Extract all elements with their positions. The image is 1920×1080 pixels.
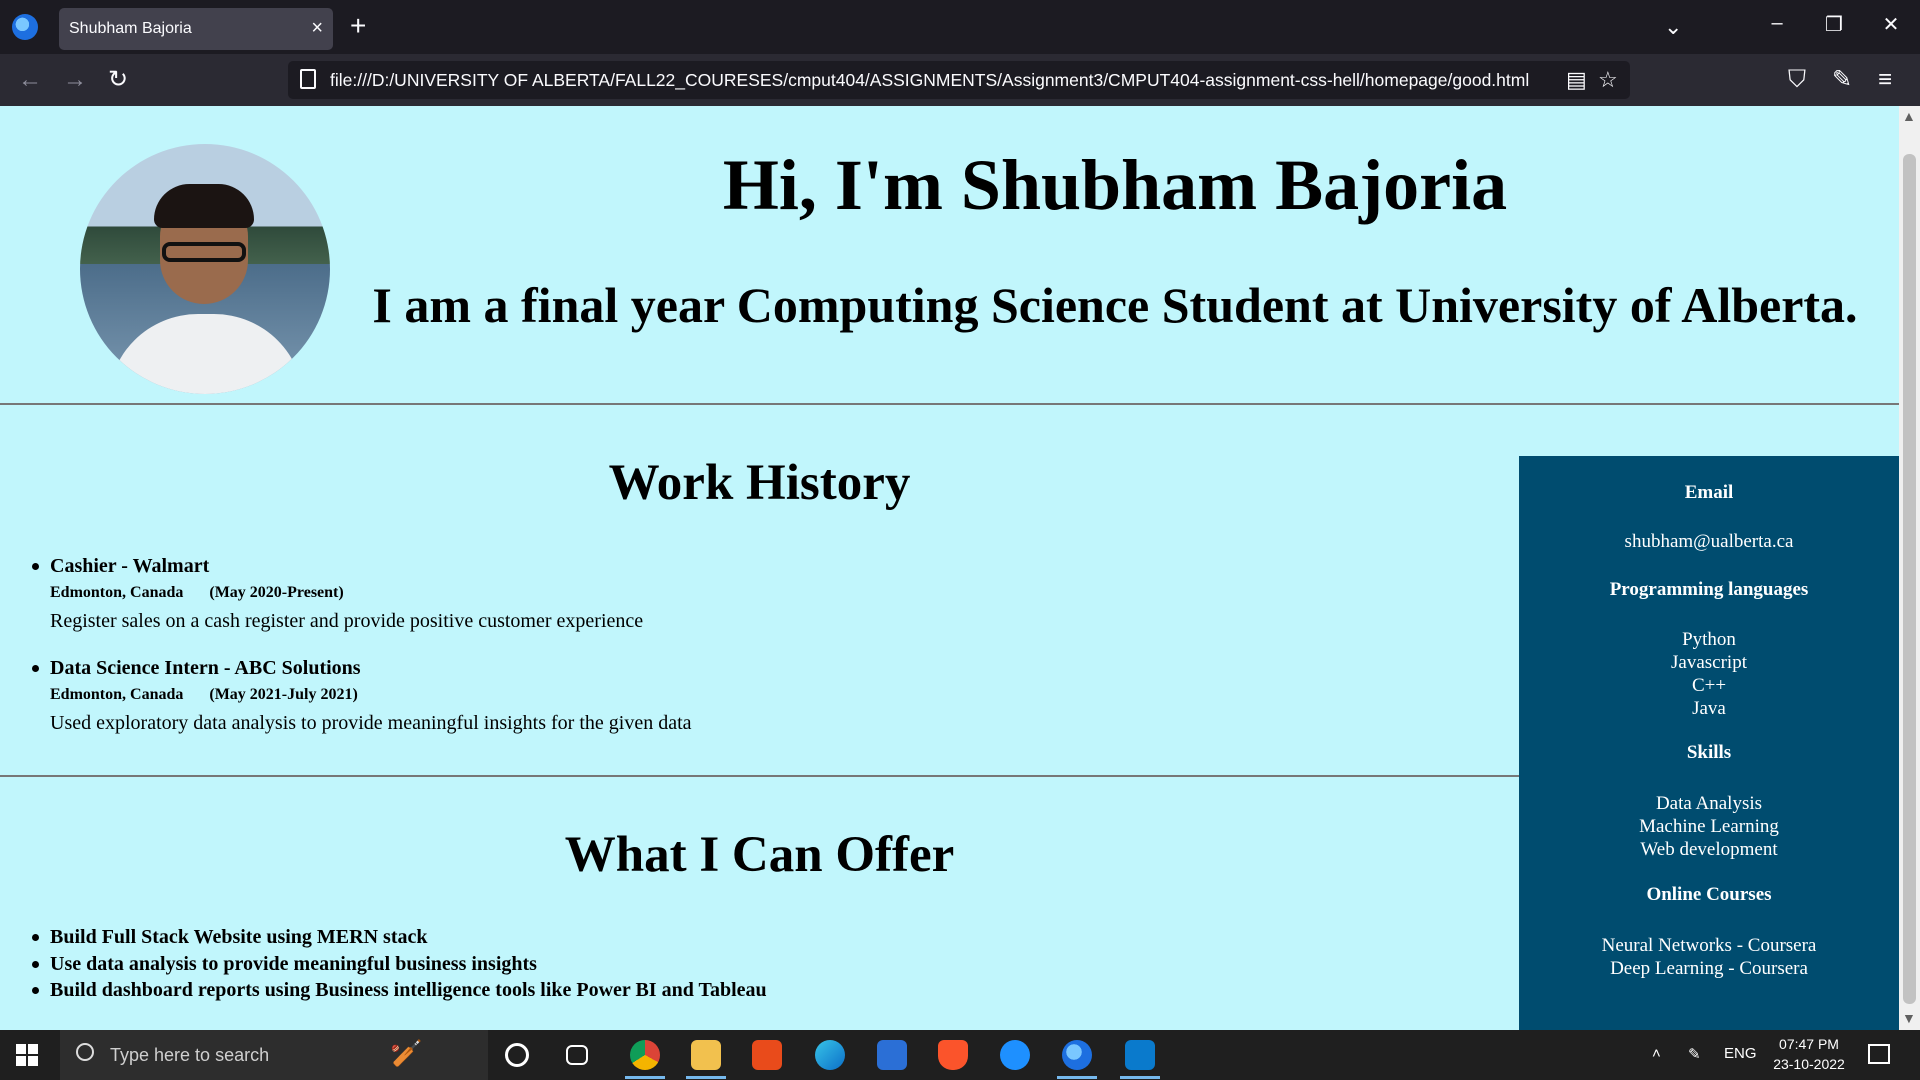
offer-heading: What I Can Offer	[564, 827, 955, 883]
list-item: Neural Networks - Coursera	[1601, 935, 1817, 956]
job-title: Cashier - Walmart	[50, 555, 210, 577]
clock-date: 23-10-2022	[1773, 1056, 1845, 1072]
pen-icon[interactable]: ✎	[1688, 1045, 1701, 1063]
page-title: Hi, I'm Shubham Bajoria	[722, 145, 1508, 225]
contact-sidebar: Email shubham@ualberta.ca Programming la…	[1519, 456, 1899, 1030]
windows-start-icon[interactable]	[16, 1044, 38, 1066]
skills-heading: Skills	[1686, 742, 1732, 763]
file-icon	[300, 69, 316, 89]
close-tab-icon[interactable]: ×	[311, 17, 323, 39]
email-address: shubham@ualberta.ca	[1624, 531, 1794, 552]
job-dates: (May 2020-Present)	[209, 584, 344, 601]
list-item: Machine Learning	[1639, 816, 1779, 837]
task-view-icon[interactable]	[566, 1045, 588, 1065]
vscode-icon[interactable]	[1125, 1040, 1155, 1070]
list-item: Java	[1692, 698, 1726, 719]
cortana-icon[interactable]	[505, 1043, 529, 1067]
calendar-icon[interactable]	[877, 1040, 907, 1070]
job-title: Data Science Intern - ABC Solutions	[50, 657, 361, 679]
clock-time: 07:47 PM	[1779, 1036, 1839, 1052]
firefox-taskbar-icon[interactable]	[1062, 1040, 1092, 1070]
back-arrow-icon[interactable]: ←	[18, 66, 42, 94]
list-item: Python	[1682, 629, 1736, 650]
browser-tab[interactable]: Shubham Bajoria ×	[59, 8, 333, 50]
courses-list: Neural Networks - Coursera Deep Learning…	[1519, 934, 1899, 980]
file-explorer-icon[interactable]	[691, 1040, 721, 1070]
page-subtitle: I am a final year Computing Science Stud…	[372, 277, 1858, 333]
job-item: Cashier - Walmart Edmonton, Canada (May 2…	[32, 555, 1250, 633]
languages-list: Python Javascript C++ Java	[1519, 628, 1899, 720]
profile-photo	[80, 144, 330, 394]
scroll-down-icon[interactable]: ▼	[1902, 1010, 1916, 1026]
show-hidden-icons-icon[interactable]: ˄	[1652, 1045, 1661, 1062]
health-app-icon[interactable]	[1000, 1040, 1030, 1070]
page-viewport: Hi, I'm Shubham Bajoria I am a final yea…	[0, 106, 1899, 1030]
office-icon[interactable]	[752, 1040, 782, 1070]
job-location: Edmonton, Canada	[50, 584, 184, 601]
list-item: Javascript	[1671, 652, 1747, 673]
input-language[interactable]: ENG	[1724, 1045, 1757, 1062]
forward-arrow-icon[interactable]: →	[63, 66, 87, 94]
email-heading: Email	[1684, 482, 1734, 503]
offer-item: Use data analysis to provide meaningful …	[32, 953, 537, 976]
list-item: Deep Learning - Coursera	[1610, 958, 1808, 979]
offer-item: Build Full Stack Website using MERN stac…	[32, 926, 427, 949]
scroll-up-icon[interactable]: ▲	[1902, 108, 1916, 124]
new-tab-icon[interactable]: +	[350, 12, 366, 40]
offer-item: Build dashboard reports using Business i…	[32, 979, 767, 1002]
job-dates: (May 2021-July 2021)	[209, 686, 358, 703]
edge-icon[interactable]	[815, 1040, 845, 1070]
list-item: Data Analysis	[1655, 793, 1763, 814]
job-description: Register sales on a cash register and pr…	[50, 610, 644, 632]
job-description: Used exploratory data analysis to provid…	[50, 712, 692, 734]
job-location: Edmonton, Canada	[50, 686, 184, 703]
windows-taskbar: Type here to search 🏏 ˄ ✎ ENG 07:47 PM 2…	[0, 1030, 1920, 1080]
address-bar[interactable]: file:///D:/UNIVERSITY OF ALBERTA/FALL22_…	[288, 61, 1630, 99]
search-placeholder: Type here to search	[110, 1045, 270, 1065]
minimize-icon[interactable]: –	[1757, 12, 1797, 35]
work-history-heading: Work History	[608, 455, 911, 511]
menu-hamburger-icon[interactable]: ≡	[1878, 66, 1892, 94]
restore-icon[interactable]: ❐	[1814, 12, 1854, 37]
list-item: Web development	[1640, 839, 1778, 860]
courses-heading: Online Courses	[1646, 884, 1772, 905]
navigation-toolbar: ← → ↻ file:///D:/UNIVERSITY OF ALBERTA/F…	[0, 54, 1920, 106]
taskbar-search-box[interactable]: Type here to search 🏏	[60, 1030, 488, 1080]
pocket-icon[interactable]: ⛉	[1788, 66, 1806, 94]
list-item: C++	[1691, 675, 1727, 696]
scrollbar-thumb[interactable]	[1903, 154, 1916, 1004]
notification-icon[interactable]	[1868, 1044, 1890, 1064]
search-icon	[76, 1043, 94, 1061]
brave-icon[interactable]	[938, 1040, 968, 1070]
system-clock[interactable]: 07:47 PM 23-10-2022	[1754, 1034, 1864, 1074]
firefox-logo-icon[interactable]	[12, 14, 38, 40]
chrome-icon[interactable]	[630, 1040, 660, 1070]
tab-title: Shubham Bajoria	[69, 20, 192, 37]
wrench-icon[interactable]: ✎	[1832, 66, 1852, 94]
skills-list: Data Analysis Machine Learning Web devel…	[1519, 792, 1899, 861]
bookmark-star-icon[interactable]: ☆	[1598, 67, 1618, 93]
section-divider	[0, 775, 1519, 777]
page-scrollbar[interactable]: ▲ ▼	[1899, 106, 1920, 1030]
browser-tab-bar: Shubham Bajoria × + ⌄ – ❐ ✕	[0, 0, 1920, 54]
reload-icon[interactable]: ↻	[108, 66, 128, 94]
close-window-icon[interactable]: ✕	[1871, 12, 1911, 37]
header-divider	[0, 403, 1899, 405]
job-item: Data Science Intern - ABC Solutions Edmo…	[32, 657, 1250, 735]
languages-heading: Programming languages	[1609, 579, 1809, 600]
chevron-down-icon[interactable]: ⌄	[1664, 14, 1682, 40]
reader-view-icon[interactable]: ▤	[1566, 67, 1587, 93]
cricket-highlight-icon[interactable]: 🏏	[390, 1038, 422, 1069]
address-url[interactable]: file:///D:/UNIVERSITY OF ALBERTA/FALL22_…	[330, 70, 1529, 91]
